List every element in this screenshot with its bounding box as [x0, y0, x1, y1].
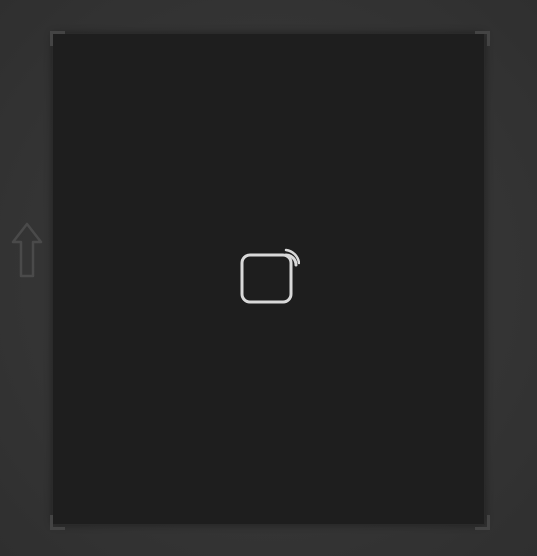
card-corner-bottom-left: [50, 515, 65, 530]
cast-screen-icon[interactable]: [238, 248, 300, 306]
screen: [0, 0, 537, 556]
card-corner-top-right: [475, 31, 490, 46]
card-corner-bottom-right: [475, 515, 490, 530]
card-corner-top-left: [50, 31, 65, 46]
up-arrow-icon[interactable]: [10, 222, 44, 280]
